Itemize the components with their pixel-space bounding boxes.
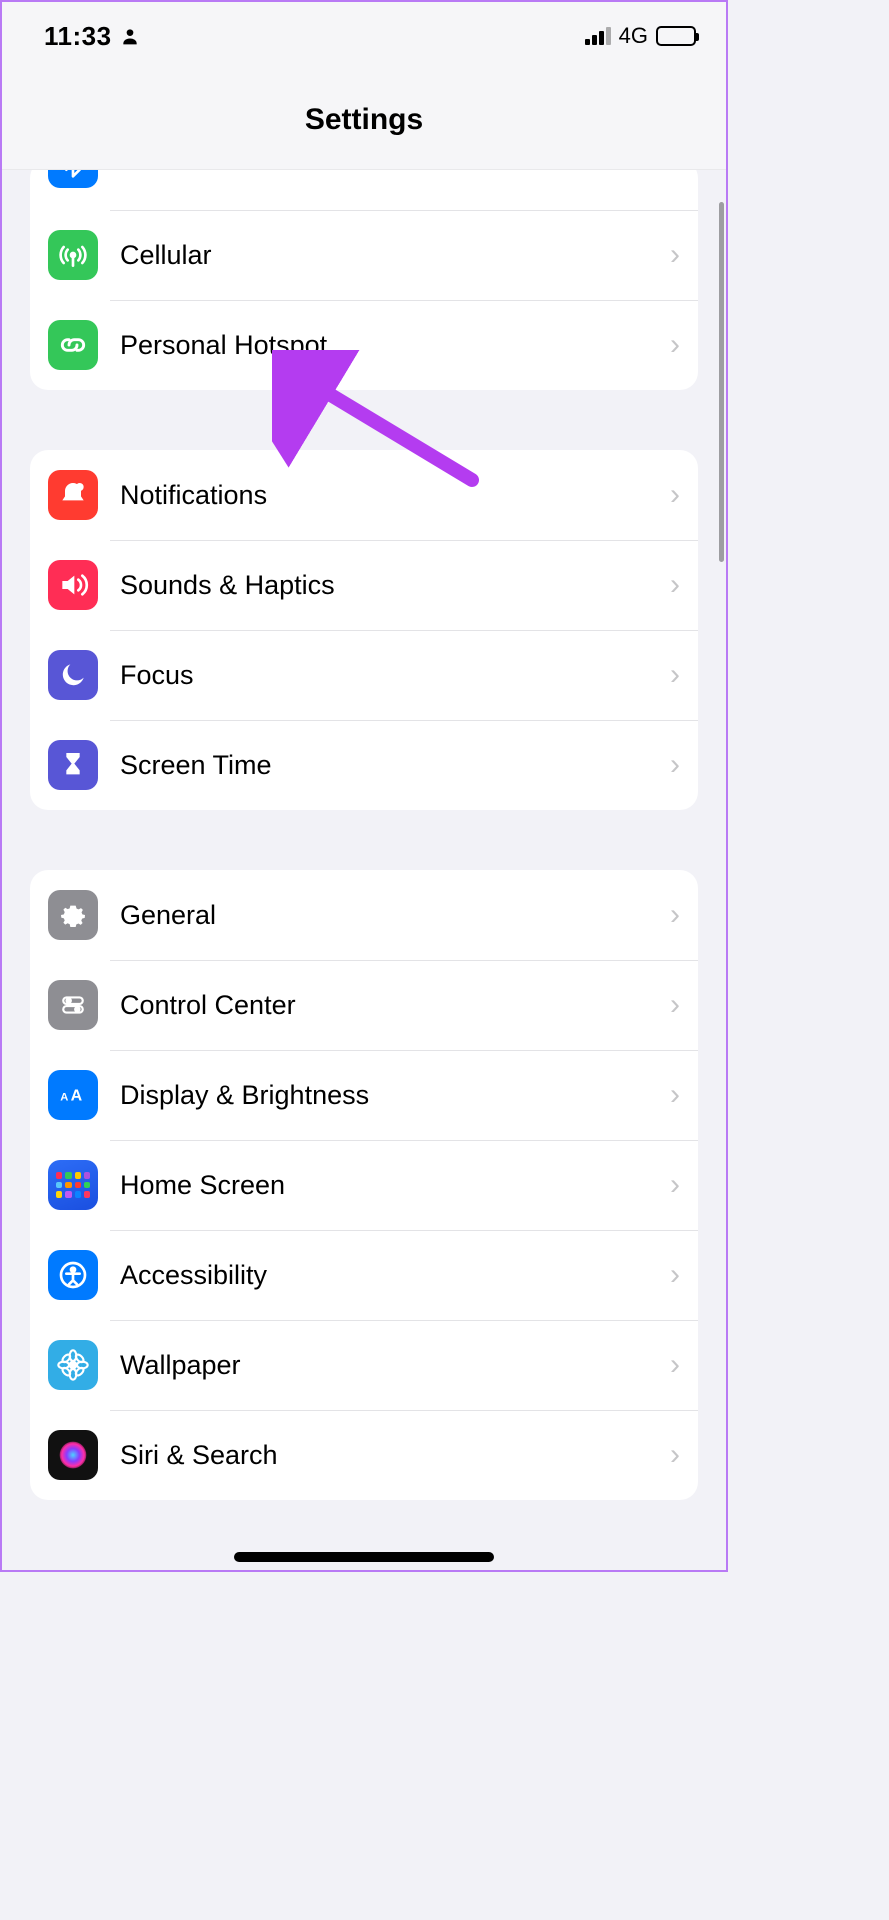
toggles-icon: [48, 980, 98, 1030]
row-screentime[interactable]: Screen Time ›: [30, 720, 698, 810]
chevron-right-icon: ›: [670, 238, 680, 272]
hourglass-icon: [48, 740, 98, 790]
bluetooth-icon: [48, 170, 98, 188]
chevron-right-icon: ›: [670, 1348, 680, 1382]
user-icon: [120, 26, 140, 46]
status-left: 11:33: [44, 21, 140, 52]
row-label: Cellular: [120, 240, 670, 271]
row-label: Personal Hotspot: [120, 330, 670, 361]
row-detail: Not Connected: [480, 170, 660, 173]
row-label: Accessibility: [120, 1260, 670, 1291]
row-siri[interactable]: Siri & Search ›: [30, 1410, 698, 1500]
row-cellular[interactable]: Cellular ›: [30, 210, 698, 300]
aa-icon: AA: [48, 1070, 98, 1120]
link-icon: [48, 320, 98, 370]
svg-text:A: A: [71, 1088, 83, 1105]
person-circle-icon: [48, 1250, 98, 1300]
row-general[interactable]: General ›: [30, 870, 698, 960]
chevron-right-icon: ›: [670, 568, 680, 602]
row-label: Control Center: [120, 990, 670, 1021]
chevron-right-icon: ›: [670, 748, 680, 782]
group-connectivity: Bluetooth Not Connected › Cellular › Per…: [30, 170, 698, 390]
signal-icon: [585, 27, 611, 45]
row-label: Bluetooth: [120, 170, 480, 173]
row-homescreen[interactable]: Home Screen ›: [30, 1140, 698, 1230]
chevron-right-icon: ›: [670, 170, 680, 176]
chevron-right-icon: ›: [670, 478, 680, 512]
row-label: Focus: [120, 660, 670, 691]
siri-icon: [48, 1430, 98, 1480]
chevron-right-icon: ›: [670, 1438, 680, 1472]
row-label: Home Screen: [120, 1170, 670, 1201]
grid-icon: [48, 1160, 98, 1210]
status-bar: 11:33 4G: [2, 2, 726, 70]
svg-text:A: A: [60, 1092, 68, 1104]
speaker-icon: [48, 560, 98, 610]
row-label: Screen Time: [120, 750, 670, 781]
bell-icon: [48, 470, 98, 520]
row-label: Sounds & Haptics: [120, 570, 670, 601]
chevron-right-icon: ›: [670, 1168, 680, 1202]
chevron-right-icon: ›: [670, 658, 680, 692]
chevron-right-icon: ›: [670, 898, 680, 932]
row-wallpaper[interactable]: Wallpaper ›: [30, 1320, 698, 1410]
row-label: Wallpaper: [120, 1350, 670, 1381]
row-label: Siri & Search: [120, 1440, 670, 1471]
nav-header: Settings: [2, 70, 726, 170]
gear-icon: [48, 890, 98, 940]
chevron-right-icon: ›: [670, 1258, 680, 1292]
settings-content[interactable]: Bluetooth Not Connected › Cellular › Per…: [2, 170, 726, 1570]
home-indicator[interactable]: [234, 1552, 494, 1562]
flower-icon: [48, 1340, 98, 1390]
row-hotspot[interactable]: Personal Hotspot ›: [30, 300, 698, 390]
moon-icon: [48, 650, 98, 700]
status-right: 4G: [585, 23, 696, 49]
row-accessibility[interactable]: Accessibility ›: [30, 1230, 698, 1320]
row-label: Display & Brightness: [120, 1080, 670, 1111]
group-system: General › Control Center › AA Display & …: [30, 870, 698, 1500]
page-title: Settings: [305, 103, 423, 137]
row-focus[interactable]: Focus ›: [30, 630, 698, 720]
row-display[interactable]: AA Display & Brightness ›: [30, 1050, 698, 1140]
row-label: Notifications: [120, 480, 670, 511]
row-label: General: [120, 900, 670, 931]
status-time: 11:33: [44, 21, 112, 52]
row-bluetooth[interactable]: Bluetooth Not Connected ›: [30, 170, 698, 210]
row-sounds[interactable]: Sounds & Haptics ›: [30, 540, 698, 630]
chevron-right-icon: ›: [670, 1078, 680, 1112]
row-notifications[interactable]: Notifications ›: [30, 450, 698, 540]
battery-icon: [656, 26, 696, 46]
chevron-right-icon: ›: [670, 988, 680, 1022]
antenna-icon: [48, 230, 98, 280]
chevron-right-icon: ›: [670, 328, 680, 362]
row-controlcenter[interactable]: Control Center ›: [30, 960, 698, 1050]
scrollbar-thumb[interactable]: [719, 202, 724, 562]
group-alerts: Notifications › Sounds & Haptics › Focus…: [30, 450, 698, 810]
network-label: 4G: [619, 23, 648, 49]
